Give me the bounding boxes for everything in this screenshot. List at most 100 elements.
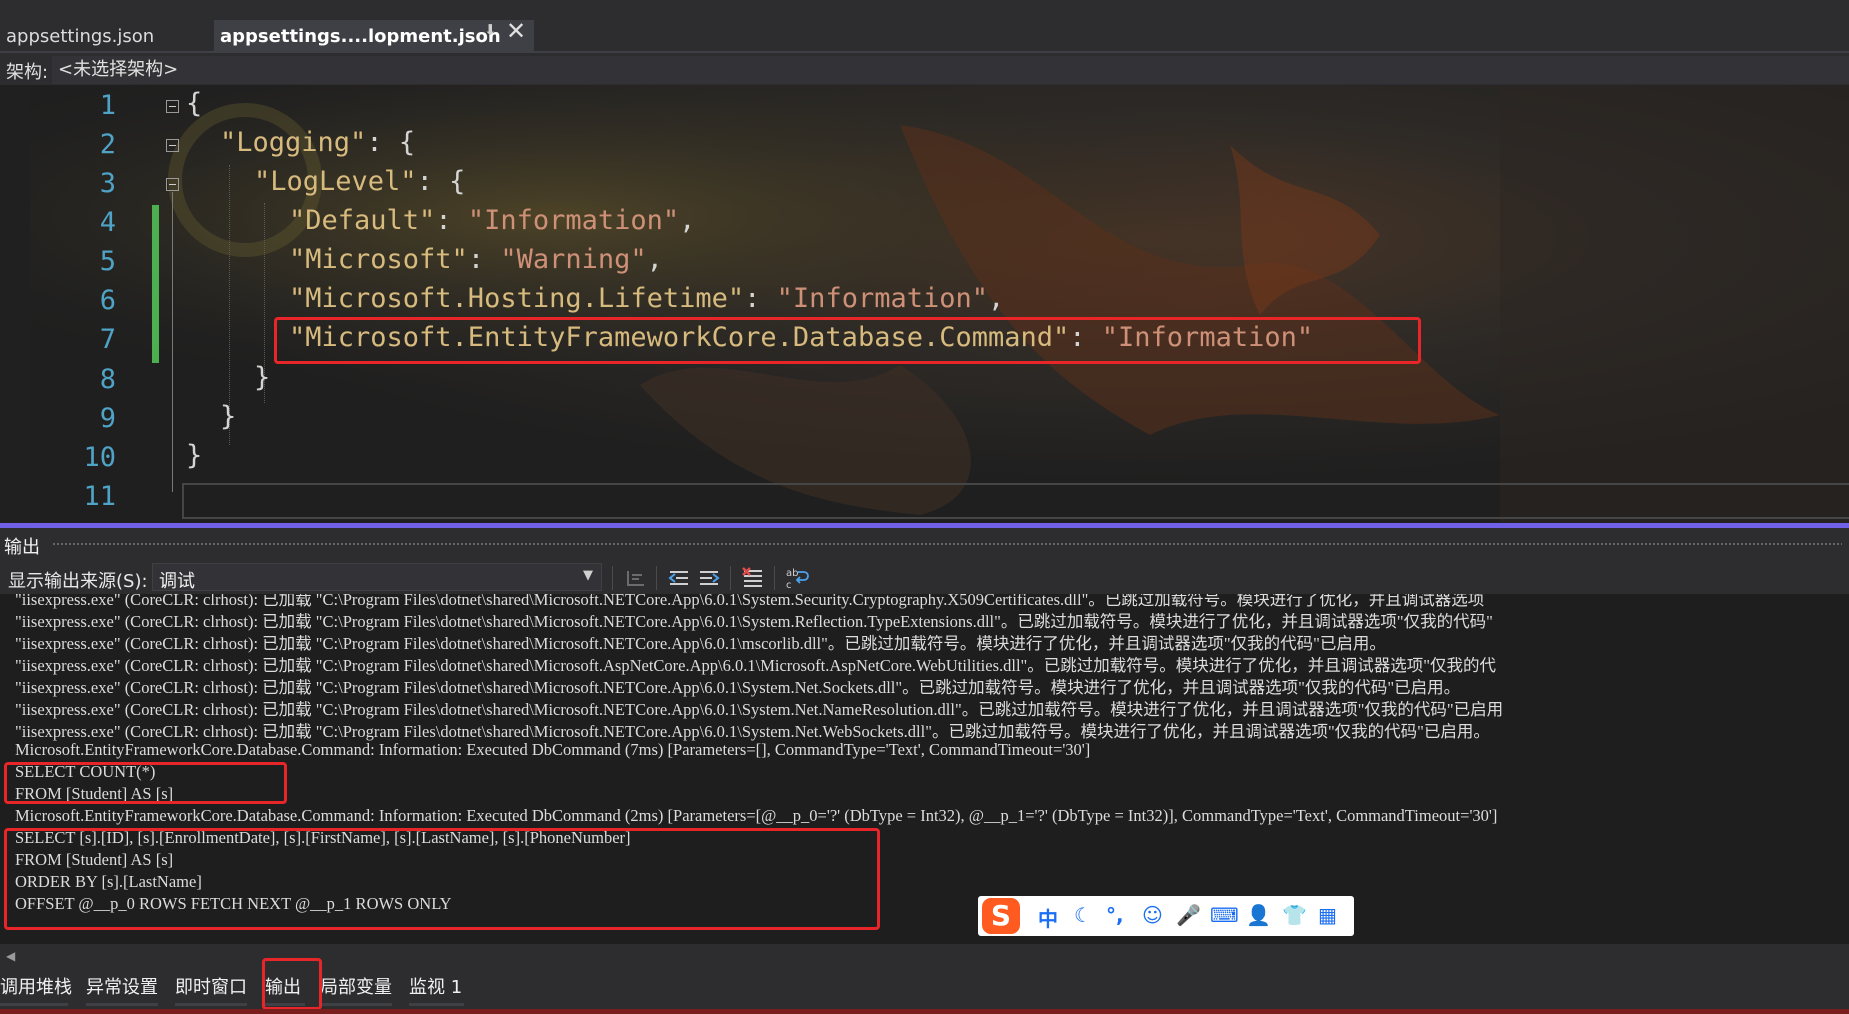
- line-number: 6: [99, 285, 116, 316]
- output-source-label: 显示输出来源(S):: [8, 571, 148, 592]
- line-number: 8: [99, 364, 116, 395]
- chevron-down-icon: ▼: [583, 568, 593, 583]
- go-to-previous-message-icon[interactable]: [622, 565, 648, 591]
- code-line: }: [220, 401, 236, 432]
- apps-grid-icon[interactable]: ▦: [1318, 903, 1337, 927]
- toolbar-separator: [774, 566, 775, 590]
- emoji-icon[interactable]: ☺: [1142, 903, 1163, 927]
- find-next-icon[interactable]: [696, 565, 722, 591]
- clear-all-icon[interactable]: [740, 565, 766, 591]
- svg-text:ab: ab: [786, 568, 798, 579]
- line-number: 2: [99, 129, 116, 160]
- sogou-logo-icon[interactable]: S: [982, 898, 1020, 934]
- scroll-left-icon[interactable]: ◀: [6, 949, 15, 963]
- architecture-label: 架构:: [6, 62, 49, 83]
- tab-underline: [320, 1003, 392, 1006]
- output-source-dropdown[interactable]: 调试 ▼: [152, 563, 602, 592]
- highlight-box: [4, 828, 880, 930]
- architecture-bar: 架构: <未选择架构>: [0, 53, 1849, 85]
- json-punctuation: }: [220, 401, 237, 432]
- output-toolbar: 显示输出来源(S): 调试 ▼ ab c: [0, 560, 1849, 594]
- output-panel-title: 输出: [4, 537, 40, 558]
- json-punctuation: }: [186, 440, 203, 471]
- find-previous-icon[interactable]: [666, 565, 692, 591]
- json-punctuation: :: [467, 244, 501, 275]
- tab-exception-settings[interactable]: 异常设置: [86, 973, 158, 999]
- json-key: "Microsoft.Hosting.Lifetime": [289, 283, 745, 314]
- output-line: "iisexpress.exe" (CoreCLR: clrhost): 已加载…: [15, 612, 1493, 631]
- json-key: "Default": [289, 205, 436, 236]
- shirt-icon[interactable]: 👕: [1282, 903, 1307, 927]
- code-line: "LogLevel": {: [254, 166, 465, 197]
- tab-watch-1[interactable]: 监视 1: [409, 973, 462, 999]
- json-key: "Logging": [220, 127, 367, 158]
- fold-guide: [172, 192, 173, 492]
- code-line: "Default": "Information",: [289, 205, 695, 236]
- line-number: 5: [99, 246, 116, 277]
- code-line: {: [186, 88, 202, 119]
- tab-underline: [86, 1003, 158, 1006]
- code-line: }: [254, 362, 270, 393]
- user-icon[interactable]: 👤: [1246, 903, 1271, 927]
- output-line: "iisexpress.exe" (CoreCLR: clrhost): 已加载…: [15, 634, 1386, 653]
- json-punctuation: ,: [679, 205, 696, 236]
- tab-underline: [409, 1003, 464, 1006]
- json-punctuation: }: [254, 362, 271, 393]
- line-number: 3: [99, 168, 116, 199]
- json-punctuation: : {: [416, 166, 466, 197]
- json-punctuation: :: [435, 205, 468, 236]
- code-editor[interactable]: 1 2 3 4 5 6 7 8 9 10 11 { "Logging": { "…: [0, 85, 1849, 523]
- json-punctuation: : {: [366, 127, 416, 158]
- tab-call-stack[interactable]: 调用堆栈: [0, 973, 72, 999]
- document-tab-bar: appsettings.json appsettings....lopment.…: [0, 0, 1849, 53]
- output-panel-header: 输出: [0, 528, 1849, 560]
- line-number: 1: [99, 90, 116, 121]
- line-number: 9: [99, 403, 116, 434]
- keyboard-icon[interactable]: ⌨: [1210, 903, 1239, 927]
- output-line: "iisexpress.exe" (CoreCLR: clrhost): 已加载…: [15, 656, 1497, 675]
- status-strip: [0, 1009, 1849, 1014]
- svg-text:c: c: [786, 580, 792, 591]
- output-line: "iisexpress.exe" (CoreCLR: clrhost): 已加载…: [15, 722, 1490, 741]
- chinese-mode-icon[interactable]: 中: [1038, 903, 1058, 932]
- ime-toolbar[interactable]: S 中 ☾ °, ☺ 🎤 ⌨ 👤 👕 ▦: [978, 896, 1354, 936]
- output-text-area[interactable]: "iisexpress.exe" (CoreCLR: clrhost): 已加载…: [0, 594, 1849, 944]
- toolbar-separator: [612, 566, 613, 590]
- microphone-icon[interactable]: 🎤: [1176, 903, 1201, 927]
- json-string: "Information": [467, 205, 680, 236]
- code-line: "Microsoft.Hosting.Lifetime": "Informati…: [289, 283, 1004, 314]
- code-line: "Microsoft": "Warning",: [289, 244, 663, 275]
- line-number: 7: [99, 324, 116, 355]
- tab-underline: [175, 1003, 247, 1006]
- fold-toggle-icon[interactable]: [166, 178, 179, 191]
- json-key: "LogLevel": [254, 166, 417, 197]
- current-line-highlight: [182, 483, 1849, 519]
- toolbar-separator: [656, 566, 657, 590]
- toolbar-separator: [730, 566, 731, 590]
- code-line: }: [186, 440, 202, 471]
- tab-immediate-window[interactable]: 即时窗口: [175, 973, 247, 999]
- line-number: 4: [99, 207, 116, 238]
- output-line: "iisexpress.exe" (CoreCLR: clrhost): 已加载…: [15, 700, 1504, 719]
- pin-icon[interactable]: ⬇: [484, 21, 497, 39]
- output-line: Microsoft.EntityFrameworkCore.Database.C…: [15, 806, 1498, 825]
- tab-locals[interactable]: 局部变量: [320, 973, 392, 999]
- punctuation-icon[interactable]: °,: [1106, 903, 1124, 927]
- fold-toggle-icon[interactable]: [166, 139, 179, 152]
- close-icon[interactable]: ✕: [506, 17, 526, 45]
- output-source-value: 调试: [159, 571, 195, 592]
- panel-drag-grip[interactable]: [52, 542, 1842, 547]
- line-number: 11: [83, 481, 116, 512]
- tab-underline: [0, 1003, 68, 1006]
- tab-appsettings[interactable]: appsettings.json: [0, 20, 214, 52]
- toggle-word-wrap-icon[interactable]: ab c: [784, 565, 810, 591]
- change-indicator: [152, 205, 159, 363]
- json-punctuation: :: [744, 283, 777, 314]
- code-line: "Logging": {: [220, 127, 415, 158]
- architecture-dropdown[interactable]: <未选择架构>: [52, 56, 1849, 84]
- line-number: 10: [83, 442, 116, 473]
- editor-gutter: [0, 85, 30, 523]
- output-line: "iisexpress.exe" (CoreCLR: clrhost): 已加载…: [15, 678, 1461, 697]
- fold-toggle-icon[interactable]: [166, 100, 179, 113]
- moon-icon[interactable]: ☾: [1074, 903, 1092, 927]
